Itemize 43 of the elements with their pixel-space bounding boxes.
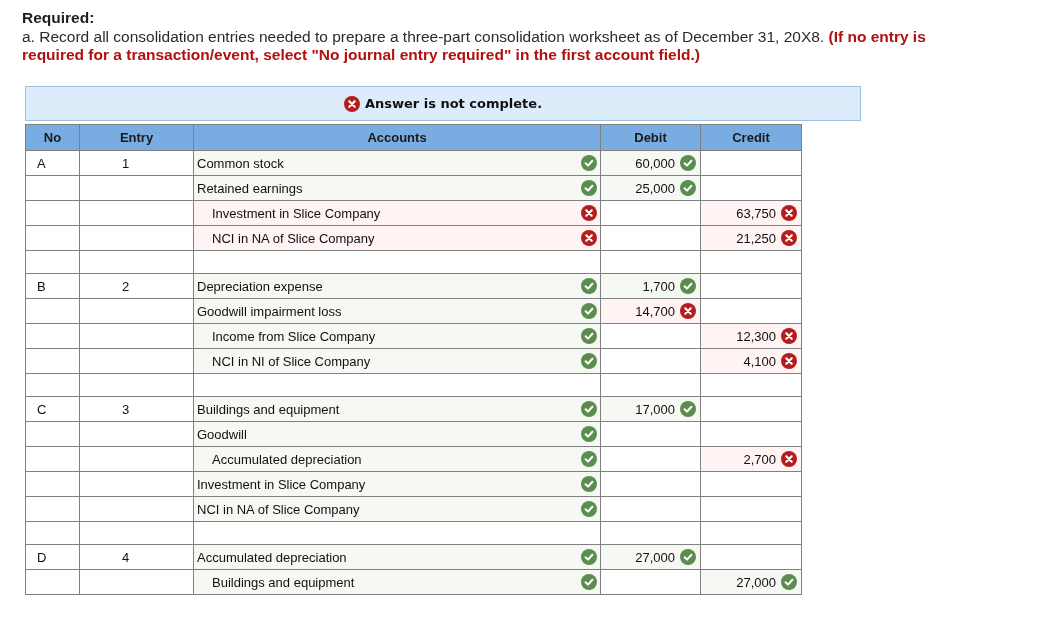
table-cell: 3 [79,396,194,422]
account-name: NCI in NI of Slice Company [212,353,371,369]
amount-text: 63,750 [736,205,776,221]
feedback-message: Answer is not complete. [364,96,543,111]
account-name: Goodwill impairment loss [197,303,342,319]
account-name: Depreciation expense [197,278,323,294]
table-cell: C [25,396,80,422]
amount-text: 1,700 [642,278,675,294]
column-header: No [25,124,80,151]
account-name: NCI in NA of Slice Company [197,501,360,517]
table-cell: B [25,273,80,299]
amount-text: 4,100 [743,353,776,369]
amount-text: 25,000 [635,180,675,196]
account-name: Buildings and equipment [197,401,340,417]
column-header: Debit [600,124,701,151]
account-name: Common stock [197,155,284,171]
required-heading: Required: [22,9,96,26]
amount-text: 17,000 [635,401,675,417]
table-cell: 2 [79,273,194,299]
table-cell: 4 [79,544,194,570]
amount-text: 27,000 [736,574,776,590]
amount-text: 14,700 [635,303,675,319]
amount-text: 21,250 [736,230,776,246]
account-name: Investment in Slice Company [212,205,381,221]
account-name: Investment in Slice Company [197,476,366,492]
instruction-text: a. Record all consolidation entries needed to prepare a three-part consolidation worksheet as of December 31, 20X8. (If no entry is required for a transaction/event, select "No journal entry required" in the first account field.) [22,28,927,63]
column-header: Entry [79,124,194,151]
amount-text: 12,300 [736,328,776,344]
column-header: Accounts [193,124,601,151]
account-name: Accumulated depreciation [197,549,347,565]
account-name: Goodwill [197,426,247,442]
account-name: NCI in NA of Slice Company [212,230,375,246]
account-name: Retained earnings [197,180,303,196]
account-name: Income from Slice Company [212,328,376,344]
amount-text: 2,700 [743,451,776,467]
table-cell: D [25,544,80,570]
table-cell: A [25,150,80,176]
account-name: Accumulated depreciation [212,451,362,467]
amount-text: 27,000 [635,549,675,565]
amount-text: 60,000 [635,155,675,171]
column-header: Credit [700,124,802,151]
table-cell: 1 [79,150,194,176]
account-name: Buildings and equipment [212,574,355,590]
